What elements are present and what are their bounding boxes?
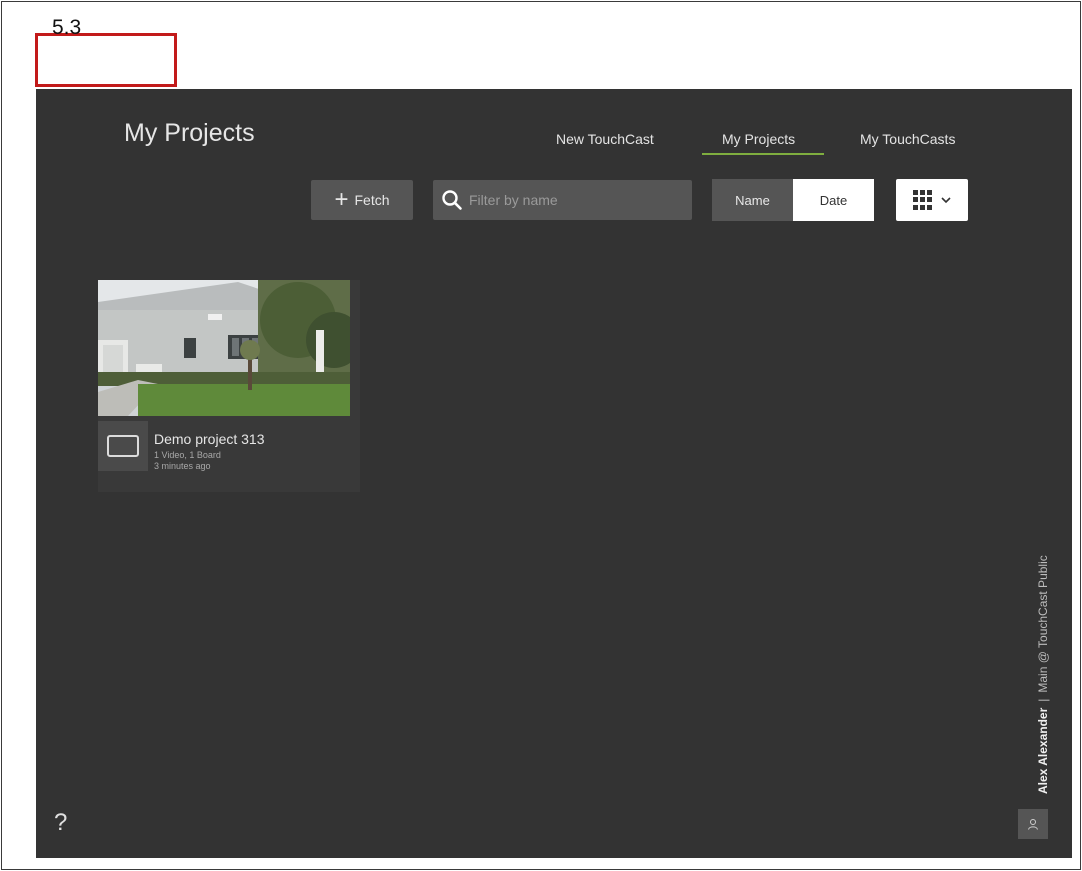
tab-my-projects[interactable]: My Projects <box>722 131 795 147</box>
project-thumbnail[interactable] <box>98 280 350 416</box>
user-icon <box>1028 819 1038 830</box>
grid-view-icon <box>913 190 933 210</box>
account-separator: | <box>1036 698 1050 702</box>
board-icon <box>107 435 139 457</box>
step-label: 5.3 <box>52 16 82 39</box>
chevron-down-icon <box>941 197 951 204</box>
search-icon <box>442 190 462 210</box>
app-window: My Projects New TouchCast My Projects My… <box>36 89 1072 858</box>
tab-new-touchcast[interactable]: New TouchCast <box>556 131 654 147</box>
screenshot-frame: 5.3 My Projects New TouchCast My Project… <box>1 1 1081 870</box>
account-info[interactable]: Alex Alexander | Main @ TouchCast Public <box>1036 555 1050 794</box>
active-tab-indicator <box>702 153 824 155</box>
page-title: My Projects <box>124 119 255 147</box>
avatar[interactable] <box>1018 809 1048 839</box>
view-mode-dropdown[interactable] <box>896 179 968 221</box>
project-meta: 1 Video, 1 Board 3 minutes ago <box>154 450 221 472</box>
sort-by-date-button[interactable]: Date <box>793 179 874 221</box>
help-icon[interactable]: ? <box>54 809 67 837</box>
plus-icon: + <box>334 186 349 213</box>
fetch-button-label: Fetch <box>354 192 390 208</box>
project-updated: 3 minutes ago <box>154 461 211 471</box>
project-summary: 1 Video, 1 Board <box>154 450 221 460</box>
account-workspace: Main @ TouchCast Public <box>1036 555 1050 693</box>
account-user-name: Alex Alexander <box>1036 707 1050 794</box>
fetch-button[interactable]: + Fetch <box>311 180 413 220</box>
search-box[interactable] <box>433 180 692 220</box>
sort-by-name-button[interactable]: Name <box>712 179 793 221</box>
house-photo <box>98 280 350 416</box>
project-card[interactable]: Demo project 313 1 Video, 1 Board 3 minu… <box>98 280 360 492</box>
tab-my-touchcasts[interactable]: My TouchCasts <box>860 131 955 147</box>
project-title[interactable]: Demo project 313 <box>154 431 265 447</box>
search-input[interactable] <box>469 192 684 208</box>
project-type-icon-box <box>98 421 148 471</box>
step-label-box <box>35 33 177 87</box>
